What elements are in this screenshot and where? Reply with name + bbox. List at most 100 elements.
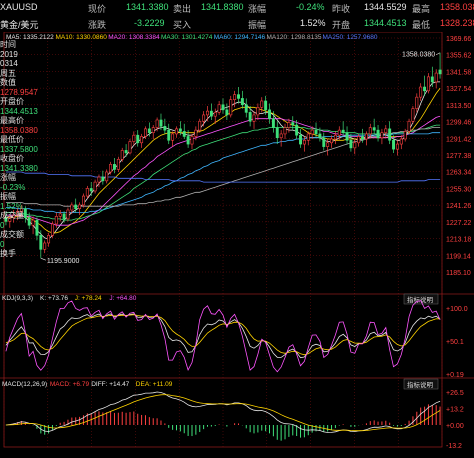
candle-body (113, 164, 116, 170)
candle-body (190, 136, 194, 145)
sidebar-item: 数值 (0, 78, 16, 87)
candle-body (353, 142, 357, 149)
header-row-1: XAUUSD 现价 1341.3380 卖出 1341.8380 涨幅 -0.2… (0, 0, 474, 16)
candle-body (438, 69, 442, 75)
annotations: 1358.0380 1195.9000 (40, 52, 441, 265)
field-label: 振幅 (248, 20, 267, 30)
macd-legend-item: DIFF: +14.47 (91, 381, 129, 388)
candle-body (167, 129, 171, 141)
candle-body (364, 133, 368, 140)
candle-body (178, 128, 182, 132)
candle-body (144, 128, 147, 137)
field-value: 1341.8380 (201, 2, 244, 12)
chart-area[interactable]: MA5: 1335.2122 MA10: 1330.0860 MA20: 1308.… (0, 31, 474, 453)
candle-body (376, 129, 380, 139)
macd-legend-item: DEA: +11.09 (136, 381, 173, 388)
kdj-panel: KDJ(9,3,3) K: +73.76 J: +78.24 J: +64.80 指标说… (2, 293, 468, 379)
candle-body (54, 216, 58, 225)
candle-body (47, 235, 51, 244)
sidebar-item: -0.23% (0, 182, 26, 192)
macd-info-button-label: 指标说明 (407, 380, 434, 389)
price-tick-label: 1227.22 (446, 220, 471, 227)
kdj-axis-label: +100.0 (446, 306, 468, 313)
candle-body (395, 143, 399, 150)
candle-body (240, 98, 244, 106)
macd-axis-label: +0.00 (446, 423, 464, 430)
candle-body (105, 171, 109, 182)
candle-body (295, 124, 299, 136)
candle-body (333, 134, 337, 140)
price-tick-label: 1355.62 (446, 53, 471, 60)
price-tick-label: 1277.38 (446, 153, 471, 160)
price-tick-label: 1327.54 (446, 86, 471, 93)
candle-body (275, 127, 279, 139)
high-label: 1358.0380 (402, 52, 435, 59)
candle-body (120, 150, 124, 160)
ma-legend-item: MA250: 1257.9680 (323, 34, 378, 41)
candle-body (93, 181, 97, 192)
candle-body (101, 176, 105, 182)
sidebar-item: 换手 (0, 249, 16, 258)
candle-body (268, 109, 271, 120)
candle-body (89, 188, 93, 192)
candle-body (341, 129, 345, 133)
kdj-axis-label: +50.1 (446, 339, 464, 346)
candle-body (302, 139, 306, 145)
sidebar-item: 开盘价 (0, 97, 24, 106)
price-tick-label: 1313.50 (446, 103, 471, 110)
field-label: 涨跌 (88, 20, 107, 30)
field-value: 1344.4513 (364, 18, 407, 28)
candle-body (221, 104, 225, 111)
candle-body (399, 138, 403, 145)
candle-body (109, 164, 113, 173)
sidebar-item: 0314 (0, 59, 18, 68)
candle-body (426, 76, 430, 92)
sidebar-item: 0 (0, 239, 5, 249)
price-tick-label: 1263.34 (446, 170, 471, 177)
candle-body (380, 132, 384, 139)
candle-body (81, 195, 85, 206)
candle-body (283, 127, 287, 135)
candle-body (140, 136, 144, 144)
candle-body (368, 127, 372, 135)
candle-body (159, 119, 163, 127)
kdj-legend-item: J: +78.24 (75, 295, 102, 302)
field-value: 1328.2380 (440, 18, 474, 28)
candle-body (318, 133, 322, 139)
sidebar-item: 涨幅 (0, 173, 16, 182)
candle-body (225, 109, 229, 116)
candle-body (74, 204, 78, 210)
ma-legend-item: MA60: 1294.7146 (214, 34, 266, 41)
candle-body (291, 122, 295, 126)
candle-body (310, 129, 314, 135)
sidebar-item: 2019 (0, 49, 18, 59)
field-value: -0.24% (296, 2, 325, 12)
candle-body (97, 176, 101, 183)
macd-axis-label: +13.2 (446, 407, 464, 414)
sidebar-item: 成交额 (0, 230, 24, 239)
price-tick-label: 1291.42 (446, 136, 471, 143)
header-row-2: 黄金/美元 涨跌 -3.2229 买入 振幅 1.52% 开盘 1344.451… (0, 16, 474, 32)
candle-body (58, 213, 62, 217)
candle-body (136, 134, 140, 144)
candle-body (229, 99, 233, 116)
candle-body (186, 136, 190, 145)
price-tick-label: 1299.46 (446, 120, 471, 127)
candle-body (306, 133, 310, 141)
kline-chart[interactable]: MA5: 1335.2122 MA10: 1330.0860 MA20: 1308.… (0, 31, 474, 453)
candle-body (322, 137, 326, 147)
candle-body (132, 134, 136, 142)
symbol-label: XAUUSD (0, 2, 38, 12)
candle-body (349, 139, 353, 149)
field-value: 1341.3380 (126, 2, 169, 12)
field-label: 卖出 (173, 4, 192, 14)
price-axis: 1369.66 1355.62 1341.58 1327.54 1313.50 1299.… (446, 36, 471, 277)
candle-body (337, 129, 341, 136)
candle-body (198, 120, 202, 131)
candle-body (299, 134, 302, 145)
kdj-legend-item: K: +73.76 (40, 295, 68, 302)
candle-body (384, 128, 388, 133)
macd-legend-item: MACD(12,26,9) (2, 381, 47, 388)
candle-body (217, 104, 221, 113)
candle-body (62, 213, 66, 220)
